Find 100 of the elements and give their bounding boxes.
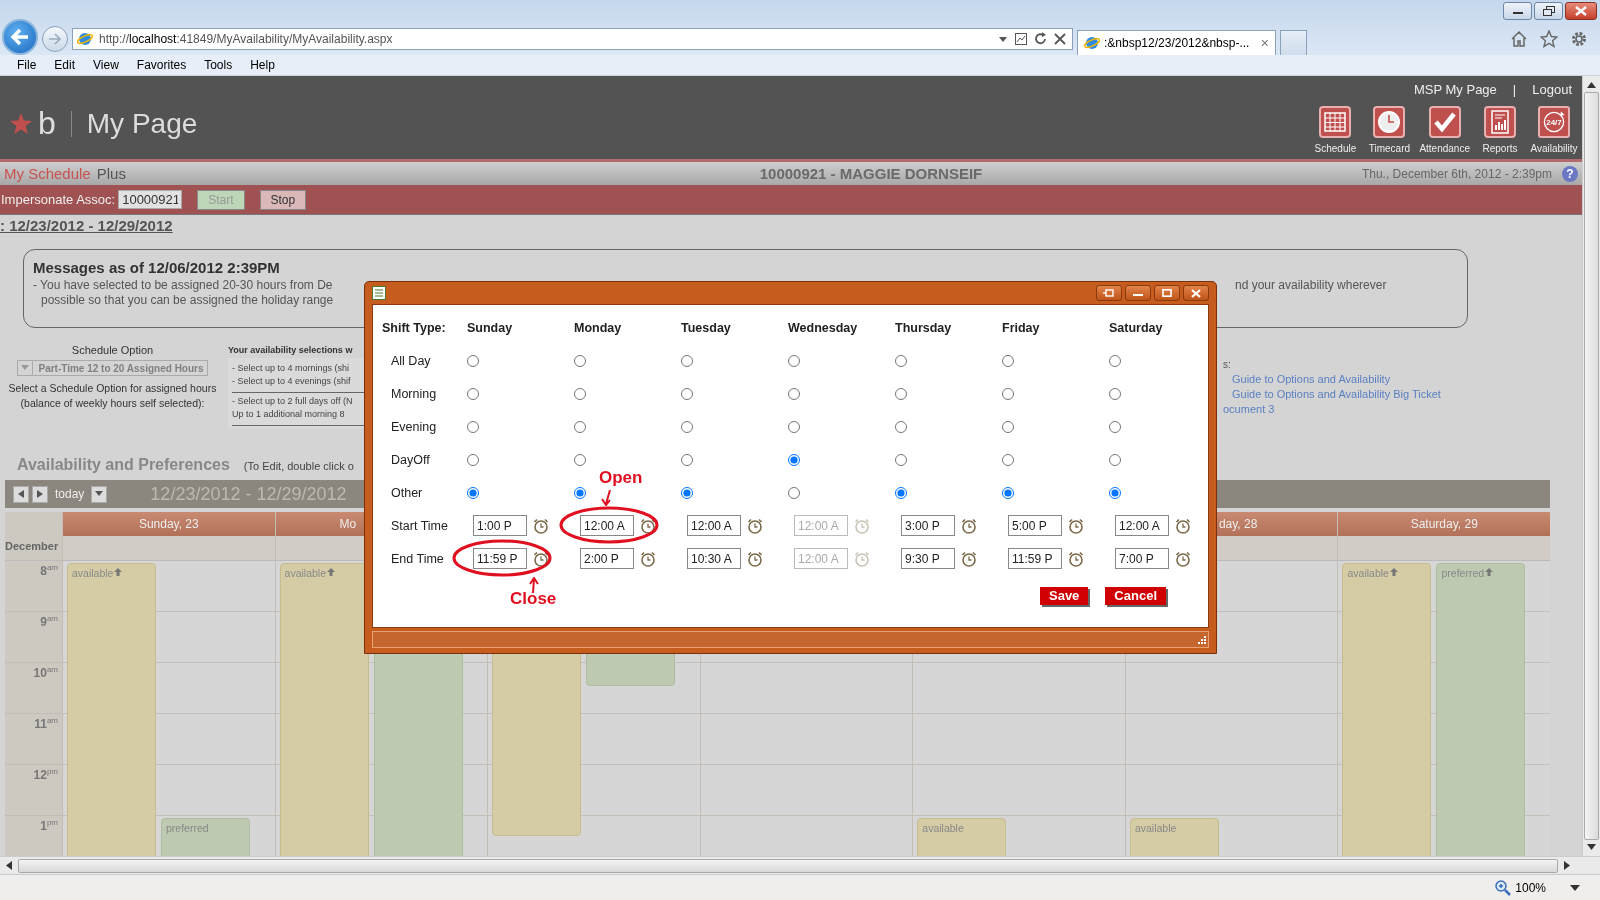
radio-button[interactable] (1109, 387, 1121, 400)
nav-button[interactable]: 24/7 Availability (1530, 106, 1578, 154)
dropdown-caret-icon[interactable] (998, 34, 1008, 43)
radio-button[interactable] (681, 387, 693, 400)
radio-button[interactable] (574, 486, 586, 499)
alarm-clock-icon[interactable] (640, 550, 656, 567)
radio-button[interactable] (1002, 453, 1014, 466)
close-button[interactable] (1183, 285, 1209, 301)
back-button[interactable] (2, 18, 38, 55)
minimize-button[interactable] (1503, 2, 1532, 20)
dropdown-caret-icon[interactable] (1570, 884, 1580, 891)
radio-button[interactable] (681, 354, 693, 367)
right-arrow-icon[interactable] (1564, 861, 1570, 870)
radio-button[interactable] (895, 420, 907, 433)
nav-button[interactable]: Attendance (1419, 106, 1470, 154)
nav-button[interactable]: Schedule (1311, 106, 1360, 154)
alarm-clock-icon[interactable] (533, 550, 549, 567)
resize-grip-icon[interactable] (1196, 635, 1206, 645)
tab-close-button[interactable]: × (1260, 35, 1269, 51)
radio-button[interactable] (895, 486, 907, 499)
radio-button[interactable] (788, 453, 800, 466)
alarm-clock-icon[interactable] (1068, 550, 1084, 567)
home-icon[interactable] (1510, 29, 1528, 48)
browser-tab[interactable]: :&nbsp12/23/2012&nbsp-... × (1077, 30, 1276, 55)
time-field[interactable]: 12:00 A (687, 515, 741, 536)
next-button[interactable] (32, 485, 48, 503)
menu-item[interactable]: File (8, 58, 46, 72)
alarm-clock-icon[interactable] (961, 517, 977, 534)
radio-button[interactable] (895, 354, 907, 367)
address-field[interactable]: http://localhost:41849/MyAvailability/MyAvailability.aspx (72, 27, 1073, 50)
restore-button[interactable] (1534, 2, 1563, 20)
time-field[interactable]: 1:00 P (473, 515, 527, 536)
time-field[interactable]: 12:00 A (580, 515, 634, 536)
radio-button[interactable] (1002, 486, 1014, 499)
new-tab-button[interactable] (1280, 30, 1307, 55)
radio-button[interactable] (574, 453, 586, 466)
time-field[interactable]: 9:30 P (901, 548, 955, 569)
radio-button[interactable] (574, 354, 586, 367)
time-field[interactable]: 7:00 P (1115, 548, 1169, 569)
time-field[interactable]: 3:00 P (901, 515, 955, 536)
time-field[interactable]: 11:59 P (1008, 548, 1062, 569)
radio-button[interactable] (467, 486, 479, 499)
previous-button[interactable] (13, 485, 29, 503)
menu-item[interactable]: View (84, 58, 128, 72)
header-link[interactable]: Logout (1532, 82, 1572, 97)
zoom-level[interactable]: 100% (1515, 880, 1546, 895)
radio-button[interactable] (1109, 354, 1121, 367)
alarm-clock-icon[interactable] (640, 517, 656, 534)
compatibility-icon[interactable] (1014, 31, 1028, 46)
alarm-clock-icon[interactable] (1068, 517, 1084, 534)
scroll-thumb[interactable] (18, 858, 1558, 873)
close-button[interactable] (1565, 2, 1597, 20)
radio-button[interactable] (1109, 486, 1121, 499)
radio-button[interactable] (895, 387, 907, 400)
radio-button[interactable] (895, 453, 907, 466)
alarm-clock-icon[interactable] (533, 517, 549, 534)
maximize-button[interactable] (1154, 285, 1180, 301)
radio-button[interactable] (467, 453, 479, 466)
radio-button[interactable] (574, 387, 586, 400)
time-field[interactable]: 5:00 P (1008, 515, 1062, 536)
time-field[interactable]: 2:00 P (580, 548, 634, 569)
time-field[interactable]: 11:59 P (473, 548, 527, 569)
time-field[interactable]: 12:00 A (1115, 515, 1169, 536)
alarm-clock-icon[interactable] (747, 517, 763, 534)
scroll-thumb[interactable] (1584, 92, 1599, 840)
forward-button[interactable] (42, 25, 68, 52)
radio-button[interactable] (467, 387, 479, 400)
radio-button[interactable] (788, 387, 800, 400)
settings-icon[interactable] (1570, 29, 1588, 48)
dock-button[interactable] (1096, 285, 1122, 301)
zoom-icon[interactable] (1495, 879, 1512, 896)
radio-button[interactable] (681, 453, 693, 466)
radio-button[interactable] (1109, 453, 1121, 466)
nav-button[interactable]: Reports (1476, 106, 1524, 154)
alarm-clock-icon[interactable] (747, 550, 763, 567)
up-arrow-icon[interactable] (1587, 82, 1596, 88)
radio-button[interactable] (681, 420, 693, 433)
refresh-icon[interactable] (1034, 31, 1048, 46)
radio-button[interactable] (788, 486, 800, 499)
alarm-clock-icon[interactable] (961, 550, 977, 567)
header-link[interactable]: MSP My Page (1414, 82, 1497, 97)
radio-button[interactable] (467, 420, 479, 433)
radio-button[interactable] (788, 354, 800, 367)
all-day-cell[interactable] (1337, 536, 1550, 560)
stop-icon[interactable] (1054, 32, 1066, 45)
help-button[interactable]: ? (1562, 165, 1578, 182)
view-dropdown-button[interactable] (91, 485, 108, 503)
alarm-clock-icon[interactable] (1175, 550, 1191, 567)
radio-button[interactable] (467, 354, 479, 367)
all-day-cell[interactable] (62, 536, 275, 560)
menu-item[interactable]: Help (241, 58, 284, 72)
minimize-button[interactable] (1125, 285, 1151, 301)
save-button[interactable]: Save (1040, 587, 1089, 605)
cancel-button[interactable]: Cancel (1105, 587, 1166, 605)
radio-button[interactable] (1002, 420, 1014, 433)
radio-button[interactable] (574, 420, 586, 433)
menu-item[interactable]: Favorites (127, 58, 196, 72)
radio-button[interactable] (681, 486, 693, 499)
nav-button[interactable]: Timecard (1365, 106, 1414, 154)
time-field[interactable]: 10:30 A (687, 548, 741, 569)
